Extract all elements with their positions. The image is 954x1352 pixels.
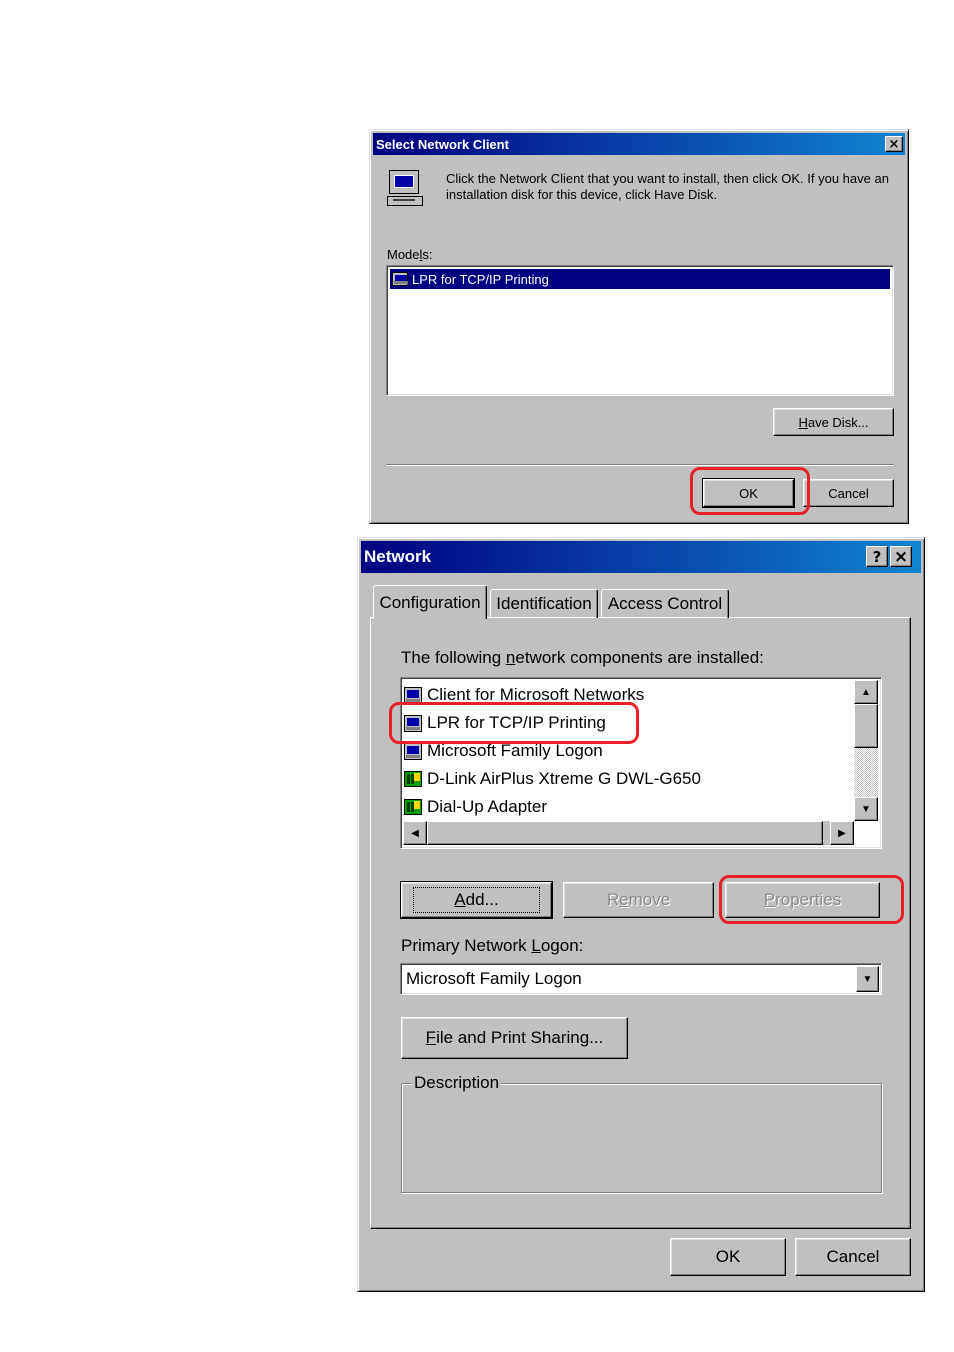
primary-logon-label: Primary Network Logon: (401, 936, 584, 955)
primary-logon-value: Microsoft Family Logon (406, 969, 582, 988)
scroll-up-arrow-icon[interactable]: ▲ (854, 680, 878, 704)
description-group (401, 1083, 882, 1193)
component-item[interactable]: LPR for TCP/IP Printing (404, 711, 606, 735)
network-client-icon (387, 170, 425, 210)
network-dialog-close-button[interactable]: × (890, 546, 912, 567)
add-button[interactable]: Add... (400, 881, 553, 919)
horizontal-scroll-thumb[interactable] (427, 821, 823, 845)
scroll-left-arrow-icon[interactable]: ◀ (403, 821, 427, 845)
client-icon (404, 686, 422, 704)
network-dialog-title: Network (364, 547, 432, 566)
network-adapter-icon (404, 771, 422, 787)
horizontal-scrollbar[interactable]: ◀ ▶ (403, 821, 854, 845)
tab-configuration[interactable]: Configuration (373, 585, 487, 619)
network-dialog-titlebar: Network (361, 541, 921, 573)
models-label: Models: (387, 247, 433, 262)
have-disk-button[interactable]: Have Disk... (773, 408, 894, 436)
component-item[interactable]: Microsoft Family Logon (404, 739, 603, 763)
models-list[interactable]: LPR for TCP/IP Printing (386, 265, 894, 396)
primary-logon-dropdown[interactable]: Microsoft Family Logon ▼ (400, 963, 882, 995)
tab-access-control-label: Access Control (607, 594, 723, 613)
remove-button[interactable]: Remove (563, 882, 714, 918)
component-label: Client for Microsoft Networks (427, 685, 645, 704)
dropdown-arrow-icon[interactable]: ▼ (856, 966, 879, 992)
select-dialog-separator (386, 464, 894, 466)
component-item[interactable]: Dial-Up Adapter (404, 795, 547, 819)
select-dialog-cancel-button[interactable]: Cancel (803, 479, 894, 507)
properties-button[interactable]: Properties (725, 882, 880, 918)
component-label: LPR for TCP/IP Printing (427, 713, 606, 732)
network-adapter-icon (404, 799, 422, 815)
component-label: Dial-Up Adapter (427, 797, 548, 816)
scroll-right-arrow-icon[interactable]: ▶ (830, 821, 854, 845)
client-icon (392, 272, 408, 286)
tab-access-control[interactable]: Access Control (601, 589, 729, 618)
select-dialog-titlebar: Select Network Client (373, 133, 905, 155)
components-list[interactable]: Client for Microsoft Networks LPR for TC… (400, 677, 882, 849)
scroll-thumb[interactable] (854, 704, 878, 748)
component-item[interactable]: D-Link AirPlus Xtreme G DWL-G650 (404, 767, 701, 791)
tab-identification[interactable]: Identification (490, 589, 598, 618)
select-dialog-ok-button[interactable]: OK (702, 478, 795, 508)
select-network-client-dialog: Select Network Client × Click the Networ… (369, 129, 909, 524)
vertical-scrollbar[interactable]: ▲ ▼ (854, 680, 878, 821)
tab-identification-label: Identification (496, 594, 592, 613)
network-ok-button[interactable]: OK (670, 1238, 786, 1276)
network-cancel-button[interactable]: Cancel (795, 1238, 911, 1276)
client-icon (404, 714, 422, 732)
select-dialog-title: Select Network Client (376, 136, 509, 152)
component-item[interactable]: Client for Microsoft Networks (404, 683, 644, 707)
file-print-sharing-button[interactable]: File and Print Sharing... (401, 1017, 628, 1059)
component-label: Microsoft Family Logon (427, 741, 603, 760)
component-label: D-Link AirPlus Xtreme G DWL-G650 (427, 769, 701, 788)
select-dialog-close-button[interactable]: × (885, 136, 903, 152)
tab-configuration-label: Configuration (379, 592, 481, 612)
description-label: Description (412, 1073, 502, 1093)
model-item-label: LPR for TCP/IP Printing (412, 271, 549, 287)
client-icon (404, 742, 422, 760)
components-label: The following network components are ins… (401, 648, 764, 667)
network-dialog: Network ? × Configuration Identification… (357, 537, 925, 1292)
help-button[interactable]: ? (866, 546, 888, 567)
model-item-lpr[interactable]: LPR for TCP/IP Printing (390, 269, 890, 289)
select-dialog-instruction: Click the Network Client that you want t… (446, 171, 889, 202)
scroll-down-arrow-icon[interactable]: ▼ (854, 797, 878, 821)
